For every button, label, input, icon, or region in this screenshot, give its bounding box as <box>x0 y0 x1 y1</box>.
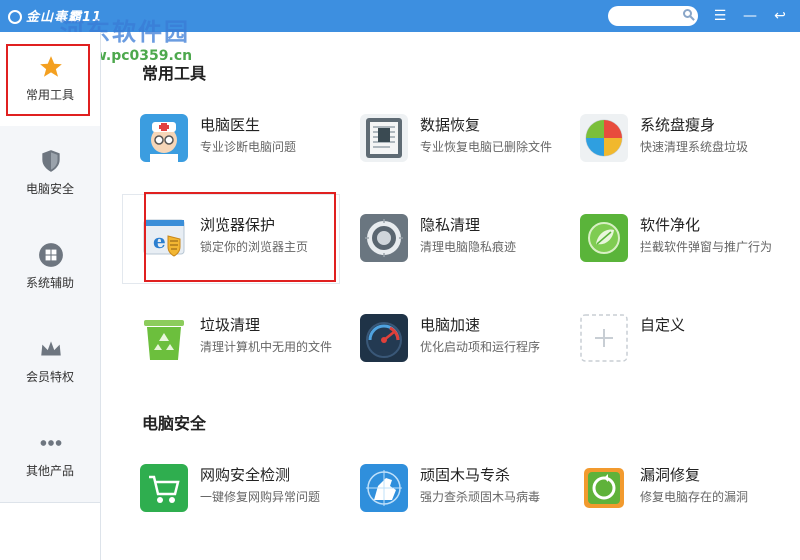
patch-icon <box>580 464 628 512</box>
tool-trojan-kill[interactable]: 顽固木马专杀 强力查杀顽固木马病毒 <box>360 460 570 520</box>
privacy-clean-icon <box>360 214 408 262</box>
tool-data-recovery[interactable]: 数据恢复 专业恢复电脑已删除文件 <box>360 110 570 170</box>
section-title-pc-security: 电脑安全 <box>142 414 207 433</box>
shopping-cart-icon <box>140 464 188 512</box>
sidebar-item-other-products[interactable]: 其他产品 <box>0 408 100 503</box>
tool-privacy-clean[interactable]: 隐私清理 清理电脑隐私痕迹 <box>360 210 570 270</box>
tool-name: 电脑加速 <box>420 316 481 334</box>
crown-icon <box>41 341 61 356</box>
highlight-box-browser-protect <box>144 192 336 282</box>
add-icon <box>580 314 628 362</box>
tool-desc: 拦截软件弹窗与推广行为 <box>640 240 773 254</box>
sidebar-item-label: 系统辅助 <box>25 276 74 290</box>
tool-desc: 清理电脑隐私痕迹 <box>420 240 517 254</box>
back-icon[interactable]: ↩ <box>770 6 790 26</box>
speedometer-icon <box>360 314 408 362</box>
tool-vuln-fix[interactable]: 漏洞修复 修复电脑存在的漏洞 <box>580 460 790 520</box>
tool-name: 电脑医生 <box>200 116 261 134</box>
sidebar-item-label: 会员特权 <box>25 370 74 384</box>
tool-name: 自定义 <box>640 316 686 334</box>
trash-recycle-icon <box>140 314 188 362</box>
tool-desc: 专业诊断电脑问题 <box>200 140 297 154</box>
sidebar-item-label: 其他产品 <box>25 464 74 478</box>
tool-desc: 强力查杀顽固木马病毒 <box>420 490 541 504</box>
search-box[interactable] <box>608 6 698 26</box>
tool-name: 顽固木马专杀 <box>420 466 511 484</box>
software-clean-icon <box>580 214 628 262</box>
tool-junk-clean[interactable]: 垃圾清理 清理计算机中无用的文件 <box>140 310 350 370</box>
trojan-horse-icon <box>360 464 408 512</box>
tool-desc: 快速清理系统盘垃圾 <box>640 140 749 154</box>
tool-desc: 一键修复网购异常问题 <box>200 490 321 504</box>
more-dots-icon <box>40 440 62 446</box>
doctor-icon <box>140 114 188 162</box>
tool-name: 系统盘瘦身 <box>640 116 716 134</box>
shield-icon <box>42 150 60 172</box>
sidebar-item-label: 电脑安全 <box>25 182 74 196</box>
tool-pc-speedup[interactable]: 电脑加速 优化启动项和运行程序 <box>360 310 570 370</box>
tool-name: 隐私清理 <box>420 216 481 234</box>
tool-pc-doctor[interactable]: 电脑医生 专业诊断电脑问题 <box>140 110 350 170</box>
tool-name: 漏洞修复 <box>640 466 701 484</box>
tool-desc: 清理计算机中无用的文件 <box>200 340 333 354</box>
section-title-common-tools: 常用工具 <box>142 64 207 83</box>
tool-disk-slim[interactable]: 系统盘瘦身 快速清理系统盘垃圾 <box>580 110 790 170</box>
sidebar-item-pc-security[interactable]: 电脑安全 <box>0 126 100 221</box>
tool-custom[interactable]: 自定义 <box>580 310 790 370</box>
highlight-box-sidebar <box>6 44 90 116</box>
data-recovery-icon <box>360 114 408 162</box>
tool-desc: 修复电脑存在的漏洞 <box>640 490 749 504</box>
tool-software-clean[interactable]: 软件净化 拦截软件弹窗与推广行为 <box>580 210 790 270</box>
minimize-icon[interactable]: — <box>740 6 760 26</box>
tool-desc: 优化启动项和运行程序 <box>420 340 541 354</box>
tool-name: 网购安全检测 <box>200 466 291 484</box>
app-logo-icon <box>8 10 22 24</box>
disk-slim-icon <box>580 114 628 162</box>
tool-name: 数据恢复 <box>420 116 481 134</box>
tool-desc: 专业恢复电脑已删除文件 <box>420 140 553 154</box>
menu-icon[interactable]: ☰ <box>710 6 730 26</box>
tool-name: 软件净化 <box>640 216 701 234</box>
tool-name: 垃圾清理 <box>200 316 261 334</box>
sidebar-item-vip[interactable]: 会员特权 <box>0 314 100 409</box>
sidebar-item-system-assist[interactable]: 系统辅助 <box>0 220 100 315</box>
search-icon[interactable] <box>683 9 692 18</box>
tool-shop-check[interactable]: 网购安全检测 一键修复网购异常问题 <box>140 460 350 520</box>
windows-icon <box>39 243 63 267</box>
